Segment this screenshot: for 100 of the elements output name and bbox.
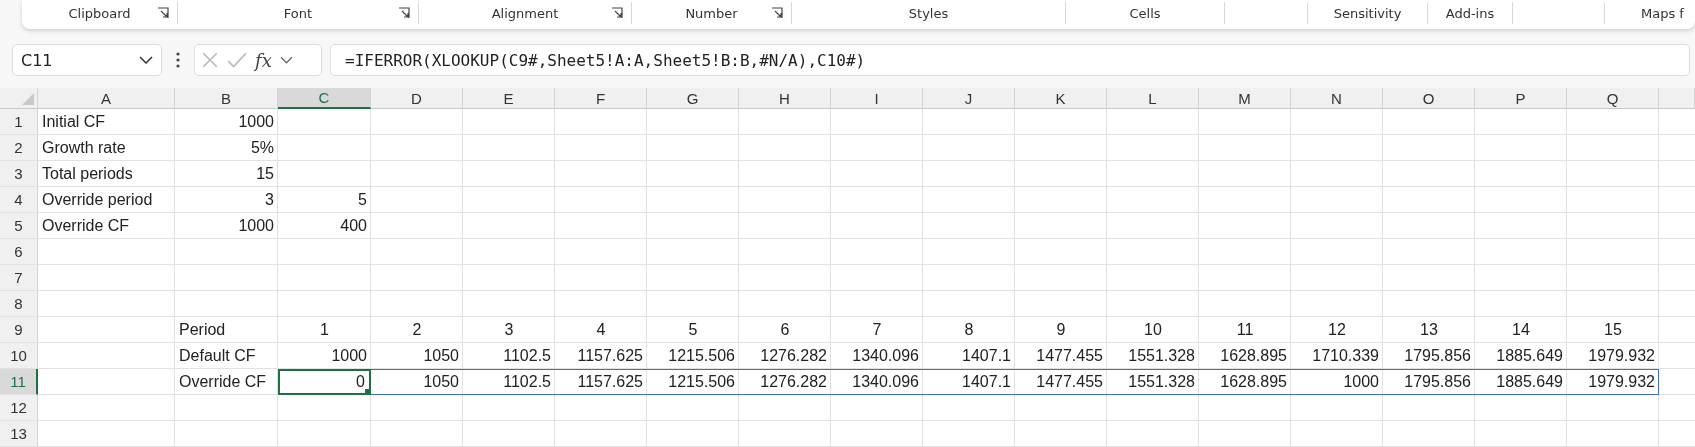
column-header[interactable]: N bbox=[1291, 88, 1383, 109]
dialog-launcher-icon[interactable] bbox=[611, 7, 623, 19]
cell[interactable]: 1340.096 bbox=[831, 343, 923, 369]
cell[interactable]: 14 bbox=[1475, 317, 1567, 343]
row-header[interactable]: 13 bbox=[0, 421, 38, 447]
row-header[interactable]: 3 bbox=[0, 161, 38, 187]
formula-field[interactable]: =IFERROR(XLOOKUP(C9#,Sheet5!A:A,Sheet5!B:B,#N/A),C10#) bbox=[330, 44, 1690, 76]
column-header[interactable]: J bbox=[923, 88, 1015, 109]
cell[interactable]: Total periods bbox=[38, 161, 175, 187]
row-header[interactable]: 2 bbox=[0, 135, 38, 161]
cell[interactable]: 5 bbox=[647, 317, 739, 343]
fill-handle[interactable] bbox=[365, 389, 371, 395]
column-header[interactable]: Q bbox=[1567, 88, 1659, 109]
cell[interactable]: Override period bbox=[38, 187, 175, 213]
cell[interactable]: 1102.5 bbox=[463, 343, 555, 369]
column-header[interactable]: L bbox=[1107, 88, 1199, 109]
cell[interactable]: 1551.328 bbox=[1107, 343, 1199, 369]
row-header[interactable]: 8 bbox=[0, 291, 38, 317]
cell[interactable]: 10 bbox=[1107, 317, 1199, 343]
cell[interactable]: 1215.506 bbox=[647, 343, 739, 369]
cell[interactable]: Growth rate bbox=[38, 135, 175, 161]
column-header[interactable]: D bbox=[371, 88, 463, 109]
cell[interactable]: 12 bbox=[1291, 317, 1383, 343]
column-header[interactable]: A bbox=[38, 88, 175, 109]
cell[interactable]: Initial CF bbox=[38, 109, 175, 135]
cell[interactable]: 1276.282 bbox=[739, 343, 831, 369]
cell[interactable]: 1102.5 bbox=[463, 369, 555, 395]
cell[interactable]: 0 bbox=[278, 369, 371, 395]
cell[interactable]: 1477.455 bbox=[1015, 369, 1107, 395]
row-header[interactable]: 9 bbox=[0, 317, 38, 343]
row-header[interactable]: 1 bbox=[0, 109, 38, 135]
cell[interactable]: 3 bbox=[175, 187, 278, 213]
cell[interactable]: 1979.932 bbox=[1567, 343, 1659, 369]
cell[interactable]: 1407.1 bbox=[923, 369, 1015, 395]
cell[interactable]: 1000 bbox=[1291, 369, 1383, 395]
column-header[interactable]: E bbox=[463, 88, 555, 109]
row-header[interactable]: 12 bbox=[0, 395, 38, 421]
check-icon[interactable] bbox=[227, 51, 247, 69]
column-header[interactable]: M bbox=[1199, 88, 1291, 109]
column-header[interactable]: B bbox=[175, 88, 278, 109]
cell[interactable]: 400 bbox=[278, 213, 371, 239]
cell[interactable]: 1276.282 bbox=[739, 369, 831, 395]
row-header[interactable]: 11 bbox=[0, 369, 38, 395]
column-header[interactable]: O bbox=[1383, 88, 1475, 109]
cell[interactable]: 2 bbox=[371, 317, 463, 343]
cell[interactable]: 1157.625 bbox=[555, 369, 647, 395]
column-header[interactable]: H bbox=[739, 88, 831, 109]
row-header[interactable]: 10 bbox=[0, 343, 38, 369]
column-header[interactable]: C bbox=[278, 88, 371, 109]
cell[interactable]: 5% bbox=[175, 135, 278, 161]
cell[interactable]: 9 bbox=[1015, 317, 1107, 343]
cell[interactable]: Default CF bbox=[175, 343, 278, 369]
dialog-launcher-icon[interactable] bbox=[157, 7, 169, 19]
cell[interactable]: 1885.649 bbox=[1475, 343, 1567, 369]
row-header[interactable]: 6 bbox=[0, 239, 38, 265]
cell[interactable]: 1979.932 bbox=[1567, 369, 1659, 395]
cell[interactable]: 1157.625 bbox=[555, 343, 647, 369]
insert-function-button[interactable]: fx bbox=[255, 49, 272, 71]
cell[interactable]: Override CF bbox=[175, 369, 278, 395]
column-header[interactable]: K bbox=[1015, 88, 1107, 109]
cell[interactable]: Period bbox=[175, 317, 278, 343]
cell[interactable]: 15 bbox=[175, 161, 278, 187]
column-header[interactable]: F bbox=[555, 88, 647, 109]
row-header[interactable]: 7 bbox=[0, 265, 38, 291]
cell[interactable]: 4 bbox=[555, 317, 647, 343]
cell[interactable]: 1000 bbox=[175, 213, 278, 239]
column-header[interactable]: I bbox=[831, 88, 923, 109]
cell[interactable]: 1407.1 bbox=[923, 343, 1015, 369]
cell[interactable]: 1628.895 bbox=[1199, 369, 1291, 395]
cell[interactable]: 1 bbox=[278, 317, 371, 343]
cell[interactable]: 1795.856 bbox=[1383, 343, 1475, 369]
cell[interactable]: 1050 bbox=[371, 369, 463, 395]
cell[interactable]: 7 bbox=[831, 317, 923, 343]
cell[interactable]: 3 bbox=[463, 317, 555, 343]
cell[interactable]: 1885.649 bbox=[1475, 369, 1567, 395]
row-header[interactable]: 5 bbox=[0, 213, 38, 239]
cell[interactable]: 1551.328 bbox=[1107, 369, 1199, 395]
more-icon[interactable] bbox=[176, 52, 180, 68]
cell[interactable]: 1340.096 bbox=[831, 369, 923, 395]
name-box[interactable]: C11 bbox=[12, 44, 162, 76]
cell[interactable]: 6 bbox=[739, 317, 831, 343]
dialog-launcher-icon[interactable] bbox=[771, 7, 783, 19]
cell[interactable]: 1000 bbox=[278, 343, 371, 369]
cell[interactable]: 8 bbox=[923, 317, 1015, 343]
cell[interactable]: 1710.339 bbox=[1291, 343, 1383, 369]
cell[interactable]: 5 bbox=[278, 187, 371, 213]
cell[interactable]: 1795.856 bbox=[1383, 369, 1475, 395]
caret-icon[interactable] bbox=[279, 56, 293, 64]
column-header[interactable]: P bbox=[1475, 88, 1567, 109]
cell[interactable]: 1000 bbox=[175, 109, 278, 135]
cell[interactable]: 11 bbox=[1199, 317, 1291, 343]
row-header[interactable]: 4 bbox=[0, 187, 38, 213]
dialog-launcher-icon[interactable] bbox=[398, 7, 410, 19]
cell[interactable]: 13 bbox=[1383, 317, 1475, 343]
cell[interactable]: 15 bbox=[1567, 317, 1659, 343]
cell[interactable]: 1477.455 bbox=[1015, 343, 1107, 369]
cell[interactable]: Override CF bbox=[38, 213, 175, 239]
cell[interactable]: 1050 bbox=[371, 343, 463, 369]
cell[interactable]: 1628.895 bbox=[1199, 343, 1291, 369]
column-header[interactable]: G bbox=[647, 88, 739, 109]
